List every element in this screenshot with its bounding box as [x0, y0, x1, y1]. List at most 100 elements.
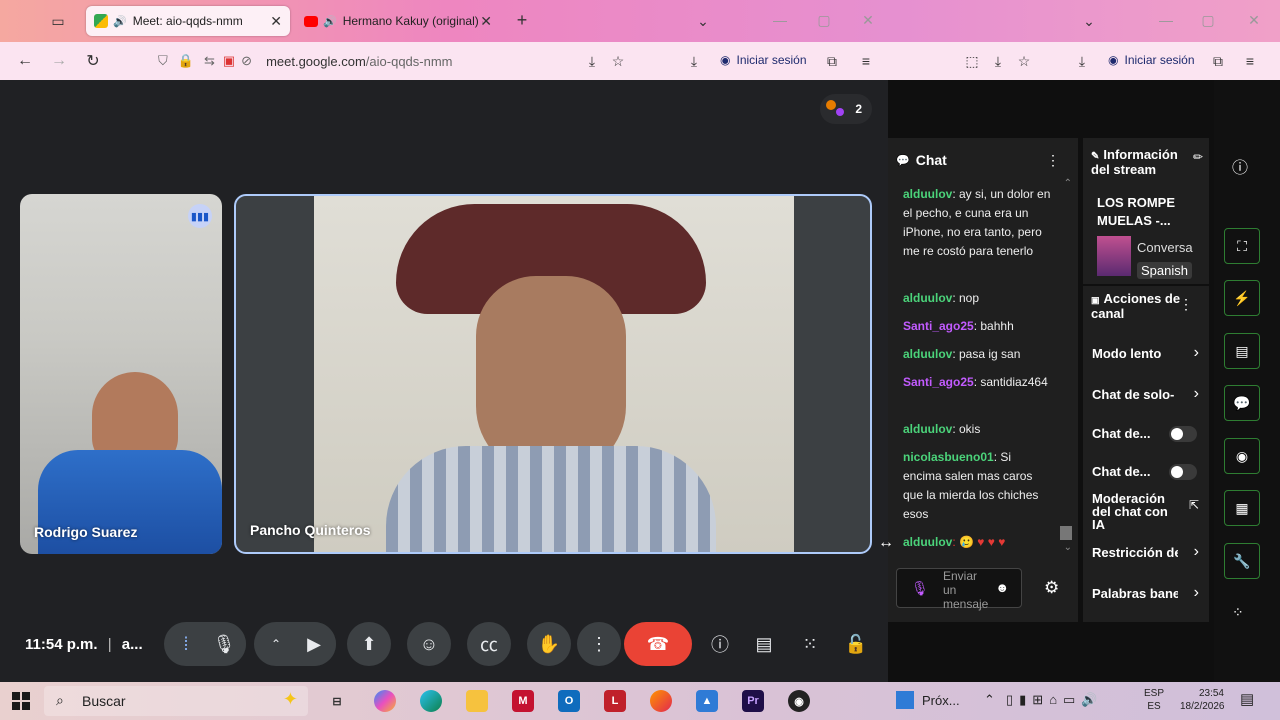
- more-options-icon[interactable]: ⋮: [1179, 296, 1193, 313]
- toggle-switch[interactable]: [1169, 426, 1197, 442]
- chat-username[interactable]: nicolasbueno01: [903, 450, 994, 464]
- maximize-icon[interactable]: ▢: [1198, 10, 1218, 30]
- firefox-icon[interactable]: [650, 690, 672, 712]
- taskbar-app-widget[interactable]: Próx...: [896, 691, 960, 709]
- edit-icon[interactable]: ✏: [1193, 150, 1203, 164]
- activities-icon[interactable]: ⁙: [788, 622, 832, 666]
- captions-button[interactable]: ㏄: [467, 622, 511, 666]
- chat-input[interactable]: 🎙 Enviar un mensaje ☻: [896, 568, 1022, 611]
- chat-settings-icon[interactable]: ⋮: [1046, 152, 1060, 169]
- more-options-button[interactable]: ⋮: [577, 622, 621, 666]
- chat-username[interactable]: alduulov: [903, 291, 952, 305]
- camera-icon[interactable]: ▣: [223, 53, 235, 69]
- chat-username[interactable]: alduulov: [903, 347, 952, 361]
- camera-button[interactable]: ▶: [292, 622, 336, 666]
- bookmark-star-icon[interactable]: ☆: [1014, 51, 1034, 71]
- new-tab-icon[interactable]: +: [512, 10, 532, 30]
- participant-tile-active-speaker[interactable]: Pancho Quinteros: [234, 194, 872, 554]
- tray-icons[interactable]: ▯▮⊞⌂▭🔊: [1006, 692, 1104, 708]
- present-screen-button[interactable]: ⬆: [347, 622, 391, 666]
- extensions-icon[interactable]: ⧉: [822, 51, 842, 71]
- premiere-icon[interactable]: Pr: [742, 690, 764, 712]
- extensions-icon[interactable]: ⁘: [1232, 604, 1244, 621]
- chat-scrollbar[interactable]: [1060, 526, 1072, 540]
- reactions-button[interactable]: ☺: [407, 622, 451, 666]
- signin-button[interactable]: ◉ Iniciar sesión: [1108, 53, 1195, 67]
- screenshot-icon[interactable]: ⬚: [962, 51, 982, 71]
- forward-icon[interactable]: →: [48, 51, 70, 71]
- chat-bubble-icon[interactable]: 💬: [1224, 385, 1260, 421]
- signin-button[interactable]: ◉ Iniciar sesión: [720, 53, 807, 67]
- chat-text: : pasa ig san: [952, 347, 1021, 361]
- scroll-up-icon[interactable]: ⌃: [1064, 178, 1072, 189]
- chat-username[interactable]: alduulov: [903, 422, 952, 436]
- downloads-icon[interactable]: ⤓: [684, 51, 704, 71]
- language-indicator[interactable]: ESP ES: [1144, 687, 1164, 713]
- obs-icon[interactable]: ◉: [788, 690, 810, 712]
- emoji-icon[interactable]: ☻: [995, 580, 1009, 595]
- chevron-down-icon[interactable]: ⌄: [694, 12, 712, 30]
- chat-username[interactable]: Santi_ago25: [903, 319, 974, 333]
- downloads-icon[interactable]: ⤓: [1072, 51, 1092, 71]
- layout-icon[interactable]: ▦: [1224, 490, 1260, 526]
- permissions-icon[interactable]: ⇆: [204, 53, 215, 69]
- chat-username[interactable]: alduulov: [903, 535, 952, 549]
- meeting-details[interactable]: 11:54 p.m. | a...: [25, 636, 143, 653]
- broadcast-icon[interactable]: ◉: [1224, 438, 1260, 474]
- task-view-icon[interactable]: ⊟: [326, 690, 348, 712]
- address-bar[interactable]: ⛉ 🔒 ⇆ ▣ ⊘ meet.google.com/aio-qqds-nmm: [152, 47, 642, 75]
- lightning-icon[interactable]: ⚡: [1224, 280, 1260, 316]
- save-page-icon[interactable]: ⤓: [582, 51, 602, 71]
- outlook-icon[interactable]: O: [558, 690, 580, 712]
- scroll-down-icon[interactable]: ⌄: [1064, 542, 1072, 553]
- close-tab-icon[interactable]: ✕: [270, 13, 282, 30]
- maximize-icon[interactable]: ▢: [814, 10, 834, 30]
- close-window-icon[interactable]: ✕: [858, 10, 878, 30]
- notes-icon[interactable]: ▤: [1224, 333, 1260, 369]
- menu-icon[interactable]: ≡: [1240, 51, 1260, 71]
- host-controls-icon[interactable]: 🔓: [834, 622, 878, 666]
- participant-tile[interactable]: ▮▮▮ Rodrigo Suarez: [20, 194, 222, 554]
- chevron-up-icon[interactable]: ⌃: [984, 692, 995, 708]
- restriction-label: Restricción de: [1092, 545, 1178, 560]
- chevron-down-icon[interactable]: ⌄: [1080, 12, 1098, 30]
- toggle-switch[interactable]: [1169, 464, 1197, 480]
- chat-username[interactable]: alduulov: [903, 187, 952, 201]
- participants-badge[interactable]: 2: [820, 94, 872, 124]
- copilot-icon[interactable]: [374, 690, 396, 712]
- windows-start-icon[interactable]: [12, 692, 30, 710]
- chat-settings-gear-icon[interactable]: ⚙: [1044, 578, 1059, 598]
- mic-blocked-icon[interactable]: ⊘: [241, 53, 252, 69]
- photos-icon[interactable]: ▲: [696, 690, 718, 712]
- minimize-icon[interactable]: —: [770, 10, 790, 30]
- close-window-icon[interactable]: ✕: [1244, 10, 1264, 30]
- chat-username[interactable]: Santi_ago25: [903, 375, 974, 389]
- mcafee-icon[interactable]: M: [512, 690, 534, 712]
- tab-youtube[interactable]: 🔊 Hermano Kakuy (original) - ✕: [296, 6, 500, 36]
- clock[interactable]: 23:54 18/2/2026: [1180, 687, 1225, 713]
- fullscreen-icon[interactable]: ⛶: [1224, 228, 1260, 264]
- tab-meet[interactable]: 🔊 Meet: aio-qqds-nmm ✕: [86, 6, 290, 36]
- close-tab-icon[interactable]: ✕: [480, 13, 492, 30]
- save-page-icon[interactable]: ⤓: [988, 51, 1008, 71]
- wrench-icon[interactable]: 🔧: [1224, 543, 1260, 579]
- tab-list-icon[interactable]: ▭: [48, 12, 68, 30]
- chat-icon[interactable]: ▤: [742, 622, 786, 666]
- taskbar-search[interactable]: ⌕ Buscar ✦: [44, 686, 308, 716]
- bookmark-star-icon[interactable]: ☆: [608, 51, 628, 71]
- back-icon[interactable]: ←: [14, 51, 36, 71]
- extensions-icon[interactable]: ⧉: [1208, 51, 1228, 71]
- microphone-button[interactable]: 🎙: [202, 622, 246, 666]
- l-app-icon[interactable]: L: [604, 690, 626, 712]
- raise-hand-button[interactable]: ✋: [527, 622, 571, 666]
- leave-call-button[interactable]: ☎: [624, 622, 692, 666]
- file-explorer-icon[interactable]: [466, 690, 488, 712]
- notifications-icon[interactable]: ▤: [1240, 690, 1254, 708]
- microphone-icon[interactable]: 🎙: [911, 580, 929, 597]
- meeting-info-icon[interactable]: ⓘ: [698, 622, 742, 666]
- minimize-icon[interactable]: —: [1156, 10, 1176, 30]
- edge-icon[interactable]: [420, 690, 442, 712]
- info-icon[interactable]: ⓘ: [1232, 154, 1248, 178]
- reload-icon[interactable]: ↻: [82, 51, 104, 71]
- menu-icon[interactable]: ≡: [856, 51, 876, 71]
